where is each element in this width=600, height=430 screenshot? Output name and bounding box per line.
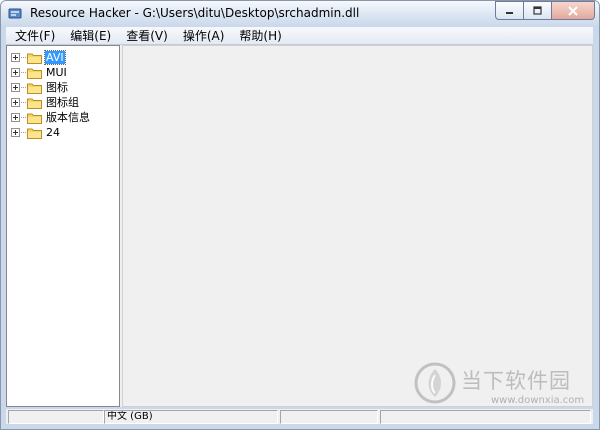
tree-connector [21, 116, 26, 119]
tree-item-label: AVI [44, 50, 66, 65]
tree-connector [21, 86, 26, 89]
folder-icon [27, 53, 42, 64]
tree-item-icon-group[interactable]: 图标组 [11, 95, 80, 110]
window-title: Resource Hacker - G:\Users\ditu\Desktop\… [30, 6, 360, 20]
resource-detail-pane[interactable] [122, 45, 593, 407]
close-icon [568, 5, 578, 16]
expand-icon[interactable] [11, 98, 20, 107]
tree-item-avi[interactable]: AVI [11, 50, 66, 65]
maximize-icon [533, 6, 542, 15]
expand-icon[interactable] [11, 113, 20, 122]
folder-icon [27, 98, 42, 109]
tree-item-mui[interactable]: MUI [11, 65, 68, 80]
folder-icon [27, 128, 42, 139]
app-window: Resource Hacker - G:\Users\ditu\Desktop\… [0, 0, 600, 430]
folder-icon [27, 83, 42, 94]
close-button[interactable] [551, 1, 595, 20]
status-pane-1 [8, 410, 104, 424]
status-pane-4 [380, 410, 591, 424]
tree-item-label: 版本信息 [46, 111, 90, 124]
tree-item-version-info[interactable]: 版本信息 [11, 110, 91, 125]
client-area: AVI MUI 图标 图标组 版本信息 24 [6, 45, 593, 407]
menu-edit[interactable]: 编辑(E) [61, 27, 117, 44]
tree-connector [21, 71, 26, 74]
menu-file[interactable]: 文件(F) [6, 27, 61, 44]
status-pane-language: 中文 (GB) [104, 410, 278, 424]
minimize-icon [506, 12, 513, 14]
status-pane-3 [280, 410, 378, 424]
resource-hacker-icon [8, 8, 22, 19]
tree-connector [21, 101, 26, 104]
menu-bar: 文件(F) 编辑(E) 查看(V) 操作(A) 帮助(H) [6, 27, 593, 45]
tree-item-24[interactable]: 24 [11, 125, 61, 140]
menu-view[interactable]: 查看(V) [117, 27, 174, 44]
expand-icon[interactable] [11, 128, 20, 137]
tree-item-label: MUI [46, 66, 67, 79]
maximize-button[interactable] [523, 1, 552, 20]
tree-item-label: 24 [46, 126, 60, 139]
status-bar: 中文 (GB) [6, 409, 593, 424]
tree-connector [21, 56, 26, 59]
title-bar[interactable]: Resource Hacker - G:\Users\ditu\Desktop\… [1, 1, 599, 26]
folder-icon [27, 113, 42, 124]
resource-tree[interactable]: AVI MUI 图标 图标组 版本信息 24 [6, 45, 120, 407]
menu-help[interactable]: 帮助(H) [230, 27, 287, 44]
window-controls [495, 1, 595, 20]
tree-item-label: 图标 [46, 81, 68, 94]
menu-action[interactable]: 操作(A) [174, 27, 231, 44]
expand-icon[interactable] [11, 68, 20, 77]
minimize-button[interactable] [495, 1, 524, 20]
expand-icon[interactable] [11, 83, 20, 92]
folder-icon [27, 68, 42, 79]
tree-item-label: 图标组 [46, 96, 79, 109]
expand-icon[interactable] [11, 53, 20, 62]
tree-item-icon[interactable]: 图标 [11, 80, 69, 95]
tree-connector [21, 131, 26, 134]
